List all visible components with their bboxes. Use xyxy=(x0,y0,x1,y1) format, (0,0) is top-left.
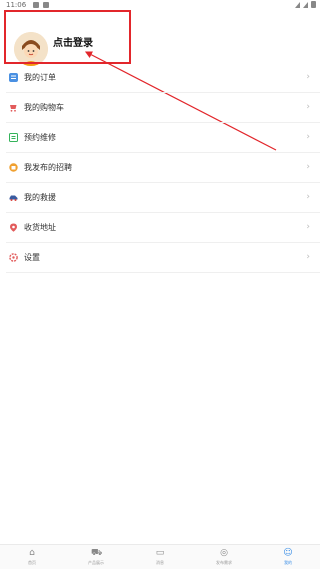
chevron-right-icon: › xyxy=(306,132,310,142)
menu-item-label: 我的救援 xyxy=(24,193,56,202)
tab-label: 我的 xyxy=(284,559,292,565)
cart-icon xyxy=(9,103,18,112)
menu-item-label: 我发布的招聘 xyxy=(24,163,72,172)
repair-icon xyxy=(9,133,18,142)
menu-item-settings[interactable]: 设置 › xyxy=(6,243,320,273)
tab-label: 消息 xyxy=(156,559,164,565)
menu-item-address[interactable]: 收货地址 › xyxy=(6,213,320,243)
settings-icon xyxy=(9,253,18,262)
message-icon: ▭ xyxy=(155,547,165,558)
order-icon xyxy=(9,73,18,82)
publish-icon: ◎ xyxy=(220,547,228,558)
chevron-right-icon: › xyxy=(306,222,310,232)
recruit-icon xyxy=(9,163,18,172)
tab-mine[interactable]: ☺ 我的 xyxy=(256,545,320,569)
menu-item-recruit[interactable]: 我发布的招聘 › xyxy=(6,153,320,183)
menu-item-cart[interactable]: 我的购物车 › xyxy=(6,93,320,123)
chevron-right-icon: › xyxy=(306,102,310,112)
menu-item-rescue[interactable]: 我的救援 › xyxy=(6,183,320,213)
tab-publish[interactable]: ◎ 发布需求 xyxy=(192,545,256,569)
menu-item-label: 我的购物车 xyxy=(24,103,64,112)
car-icon: ⛟ xyxy=(91,547,103,558)
user-icon: ☺ xyxy=(283,547,293,558)
menu-item-label: 收货地址 xyxy=(24,223,56,232)
tab-products[interactable]: ⛟ 产品展示 xyxy=(64,545,128,569)
tab-label: 发布需求 xyxy=(216,559,232,565)
tab-label: 产品展示 xyxy=(88,559,104,565)
chevron-right-icon: › xyxy=(306,192,310,202)
menu-item-orders[interactable]: 我的订单 › xyxy=(6,63,320,93)
menu-item-label: 设置 xyxy=(24,253,40,262)
menu-list: 我的订单 › 我的购物车 › 预约维修 › 我发布的招聘 › 我的救援 › 收货… xyxy=(6,63,320,273)
tab-label: 首页 xyxy=(28,559,36,565)
menu-item-label: 预约维修 xyxy=(24,133,56,142)
home-icon: ⌂ xyxy=(29,547,35,558)
tab-messages[interactable]: ▭ 消息 xyxy=(128,545,192,569)
tab-home[interactable]: ⌂ 首页 xyxy=(0,545,64,569)
menu-item-repair[interactable]: 预约维修 › xyxy=(6,123,320,153)
chevron-right-icon: › xyxy=(306,162,310,172)
menu-item-label: 我的订单 xyxy=(24,73,56,82)
chevron-right-icon: › xyxy=(306,252,310,262)
chevron-right-icon: › xyxy=(306,72,310,82)
bottom-tab-bar: ⌂ 首页 ⛟ 产品展示 ▭ 消息 ◎ 发布需求 ☺ 我的 xyxy=(0,544,320,569)
rescue-icon xyxy=(9,193,18,202)
address-icon xyxy=(9,223,18,232)
